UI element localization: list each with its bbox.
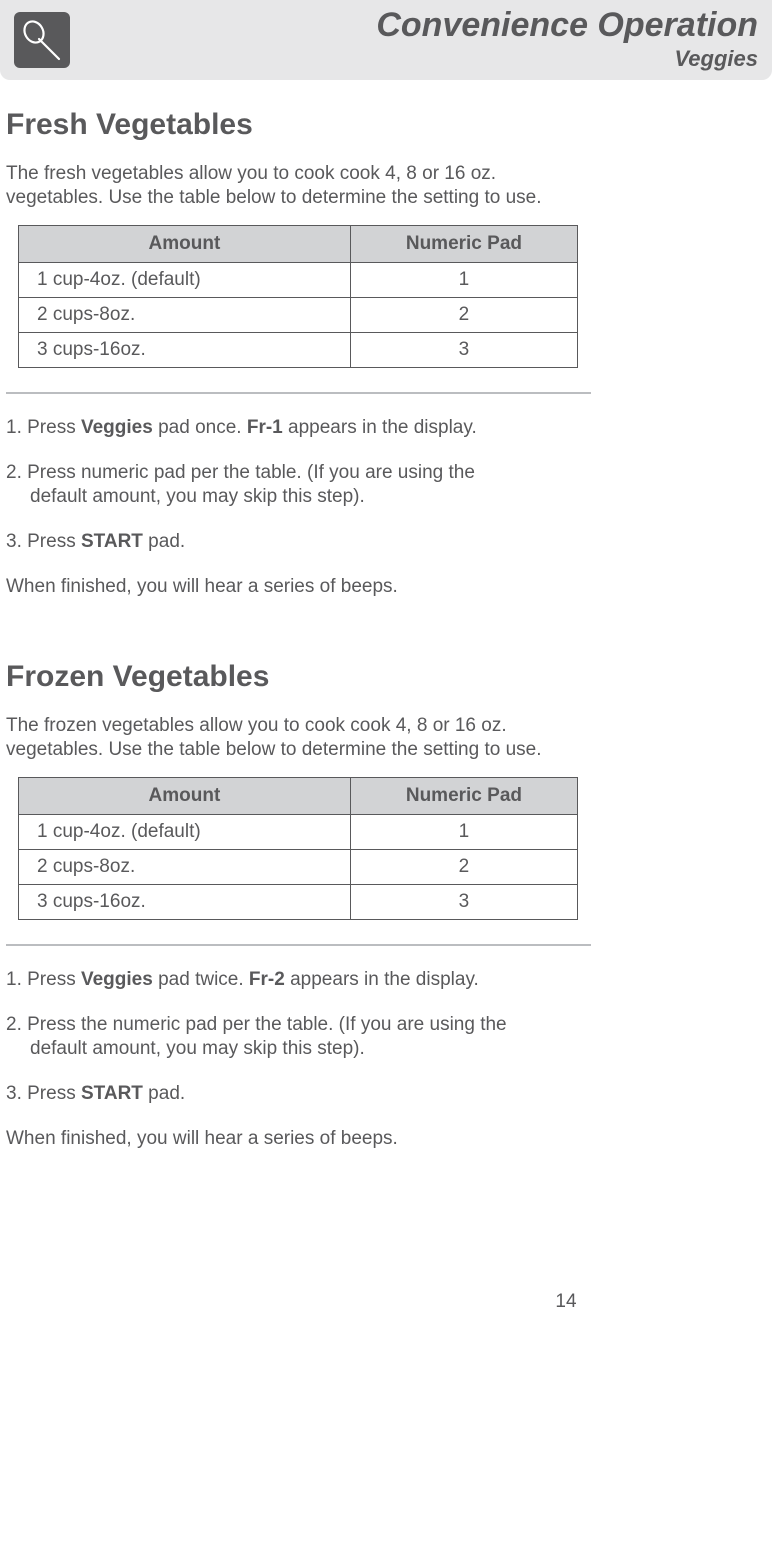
col-amount: Amount [19, 226, 351, 263]
page-content: Fresh Vegetables The fresh vegetables al… [0, 108, 772, 1152]
page-number: 14 [0, 1291, 772, 1333]
frozen-step-2: 2. Press the numeric pad per the table. … [6, 1013, 601, 1062]
frozen-amount-table: Amount Numeric Pad 1 cup-4oz. (default) … [18, 777, 578, 920]
cell-pad: 3 [350, 884, 577, 919]
header-subtitle: Veggies [86, 46, 758, 72]
spoon-icon [21, 19, 63, 61]
cell-amount: 3 cups-16oz. [19, 333, 351, 368]
fresh-step-3: 3. Press START pad. [6, 530, 601, 555]
cell-pad: 1 [350, 814, 577, 849]
header-title: Convenience Operation [86, 8, 758, 44]
table-header-row: Amount Numeric Pad [19, 226, 578, 263]
table-header-row: Amount Numeric Pad [19, 777, 578, 814]
table-row: 2 cups-8oz. 2 [19, 298, 578, 333]
table-row: 3 cups-16oz. 3 [19, 333, 578, 368]
section-heading-frozen: Frozen Vegetables [6, 660, 762, 694]
cell-pad: 2 [350, 849, 577, 884]
col-numeric-pad: Numeric Pad [350, 777, 577, 814]
fresh-step-2: 2. Press numeric pad per the table. (If … [6, 461, 601, 510]
cell-pad: 2 [350, 298, 577, 333]
divider [6, 392, 591, 394]
cell-pad: 1 [350, 263, 577, 298]
page-header: Convenience Operation Veggies [0, 0, 772, 80]
col-numeric-pad: Numeric Pad [350, 226, 577, 263]
cell-amount: 2 cups-8oz. [19, 849, 351, 884]
cell-amount: 2 cups-8oz. [19, 298, 351, 333]
table-row: 1 cup-4oz. (default) 1 [19, 814, 578, 849]
fresh-intro: The fresh vegetables allow you to cook c… [6, 162, 586, 211]
frozen-step-3: 3. Press START pad. [6, 1082, 601, 1107]
frozen-intro: The frozen vegetables allow you to cook … [6, 714, 586, 763]
frozen-note: When finished, you will hear a series of… [6, 1127, 762, 1152]
fresh-step-1: 1. Press Veggies pad once. Fr-1 appears … [6, 416, 601, 441]
frozen-step-1: 1. Press Veggies pad twice. Fr-2 appears… [6, 968, 601, 993]
cell-amount: 3 cups-16oz. [19, 884, 351, 919]
fresh-note: When finished, you will hear a series of… [6, 575, 762, 600]
veggie-icon [14, 12, 70, 68]
cell-amount: 1 cup-4oz. (default) [19, 814, 351, 849]
col-amount: Amount [19, 777, 351, 814]
cell-pad: 3 [350, 333, 577, 368]
fresh-amount-table: Amount Numeric Pad 1 cup-4oz. (default) … [18, 225, 578, 368]
header-titles: Convenience Operation Veggies [86, 8, 762, 72]
divider [6, 944, 591, 946]
section-heading-fresh: Fresh Vegetables [6, 108, 762, 142]
table-row: 3 cups-16oz. 3 [19, 884, 578, 919]
cell-amount: 1 cup-4oz. (default) [19, 263, 351, 298]
table-row: 1 cup-4oz. (default) 1 [19, 263, 578, 298]
table-row: 2 cups-8oz. 2 [19, 849, 578, 884]
